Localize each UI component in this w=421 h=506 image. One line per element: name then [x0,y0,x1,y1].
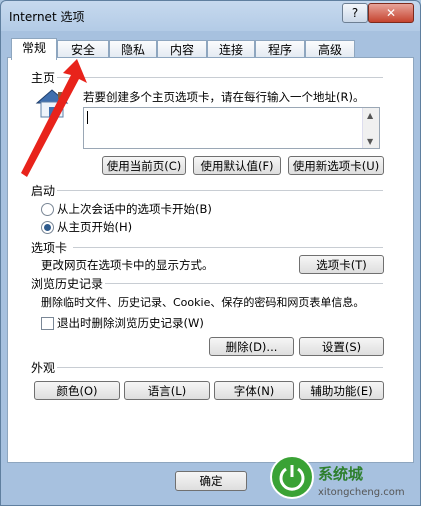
radio-home-page-label: 从主页开始(H) [57,220,133,234]
watermark-brand: 系统城 [318,465,364,483]
history-settings-button[interactable]: 设置(S) [299,337,384,356]
home-description: 若要创建多个主页选项卡，请在每行输入一个地址(R)。 [83,90,365,104]
divider [105,283,383,284]
ok-button[interactable]: 确定 [175,471,247,491]
help-button[interactable]: ? [342,3,368,23]
home-address-input[interactable]: ▲ ▼ [83,107,380,149]
watermark: 系统城 xitongcheng.com [258,453,420,505]
scroll-down-icon[interactable]: ▼ [367,137,373,146]
tab-general[interactable]: 常规 [11,38,57,60]
tabs-heading: 选项卡 [31,241,68,255]
startup-heading: 启动 [31,184,56,198]
radio-home-page[interactable] [41,221,54,234]
fonts-button[interactable]: 字体(N) [214,381,294,400]
use-new-tab-button[interactable]: 使用新选项卡(U) [288,156,384,175]
radio-last-session[interactable] [41,203,54,216]
tabs-settings-button[interactable]: 选项卡(T) [299,255,384,274]
power-icon [279,465,305,491]
watermark-url: xitongcheng.com [318,487,405,498]
history-heading: 浏览历史记录 [31,277,104,291]
delete-on-exit-label: 退出时删除浏览历史记录(W) [57,316,204,330]
history-description: 删除临时文件、历史记录、Cookie、保存的密码和网页表单信息。 [41,296,365,309]
title-bar: Internet 选项 ? ✕ [1,1,420,31]
languages-button[interactable]: 语言(L) [124,381,210,400]
scroll-up-icon[interactable]: ▲ [367,111,373,120]
internet-options-dialog: Internet 选项 ? ✕ 常规 安全 隐私 内容 连接 程序 高级 主页 … [0,0,421,506]
window-title: Internet 选项 [9,10,85,24]
divider [57,367,383,368]
divider [73,247,383,248]
use-current-button[interactable]: 使用当前页(C) [102,156,186,175]
close-button[interactable]: ✕ [368,3,414,23]
delete-history-button[interactable]: 删除(D)... [209,337,294,356]
use-default-button[interactable]: 使用默认值(F) [193,156,281,175]
appearance-heading: 外观 [31,361,56,375]
address-scrollbar[interactable]: ▲ ▼ [362,108,379,148]
delete-on-exit-checkbox[interactable] [41,317,54,330]
red-arrow-annotation [21,59,87,177]
watermark-logo [270,455,314,499]
colors-button[interactable]: 颜色(O) [34,381,120,400]
divider [57,190,383,191]
radio-last-session-label: 从上次会话中的选项卡开始(B) [57,202,212,216]
tabs-description: 更改网页在选项卡中的显示方式。 [41,258,214,272]
divider [57,77,383,78]
accessibility-button[interactable]: 辅助功能(E) [299,381,384,400]
